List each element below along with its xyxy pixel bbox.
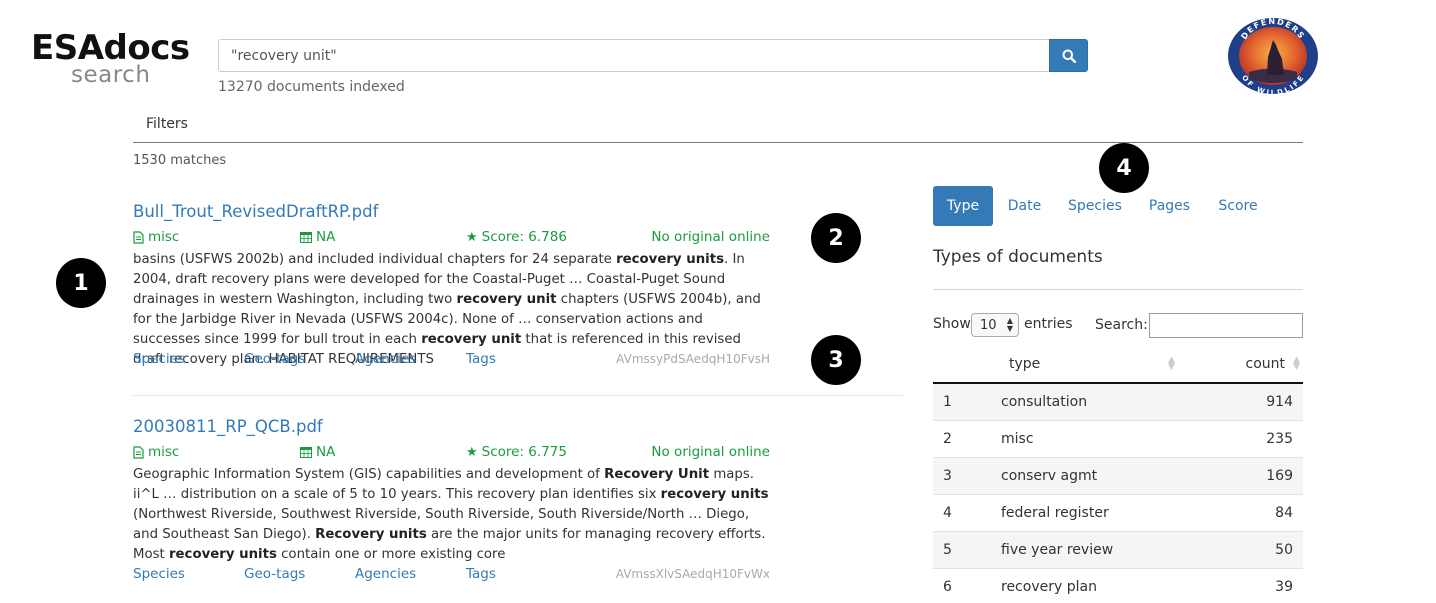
result-score-label: Score: 6.786: [481, 229, 567, 245]
table-row[interactable]: 3 conserv agmt 169: [933, 458, 1303, 495]
result-link-species[interactable]: Species: [133, 351, 185, 367]
panel-title: Types of documents: [933, 247, 1103, 267]
star-icon: ★: [466, 444, 478, 460]
panel-divider: [933, 289, 1303, 290]
table-search-label: Search:: [1095, 317, 1148, 333]
result-link-species[interactable]: Species: [133, 566, 185, 582]
result-score: ★ Score: 6.786: [466, 229, 567, 245]
result-separator: [133, 395, 903, 396]
result-type: misc: [133, 444, 179, 460]
result-availability: No original online: [651, 229, 770, 245]
row-type: misc: [1001, 431, 1034, 447]
select-arrows-icon: ▲ ▼: [1006, 316, 1013, 333]
site-logo[interactable]: ESAdocs: [31, 30, 190, 66]
document-icon: [133, 445, 144, 459]
result-title-link[interactable]: 20030811_RP_QCB.pdf: [133, 417, 323, 436]
row-index: 6: [943, 579, 952, 595]
result-link-geo-tags[interactable]: Geo-tags: [244, 566, 305, 582]
result-date-label: NA: [316, 444, 336, 460]
calendar-icon: [300, 447, 312, 458]
search-result: 20030811_RP_QCB.pdf misc NA ★ Score: 6.7…: [133, 417, 773, 587]
table-row[interactable]: 2 misc 235: [933, 421, 1303, 458]
result-snippet: Geographic Information System (GIS) capa…: [133, 467, 769, 562]
tab-score[interactable]: Score: [1208, 186, 1268, 226]
table-header: type ▲ ▼ count ▲ ▼: [933, 346, 1303, 384]
callout-marker-1: 1: [56, 258, 106, 308]
types-table: type ▲ ▼ count ▲ ▼ 1 consultation 914 2 misc 23…: [933, 346, 1303, 603]
search-button[interactable]: [1049, 39, 1088, 72]
result-type: misc: [133, 229, 179, 245]
sort-icon[interactable]: ▲ ▼: [1293, 346, 1300, 382]
table-row[interactable]: 6 recovery plan 39: [933, 569, 1303, 603]
table-row[interactable]: 1 consultation 914: [933, 384, 1303, 421]
row-type: conserv agmt: [1001, 468, 1098, 484]
row-count: 235: [1266, 431, 1293, 447]
documents-indexed-count: 13270 documents indexed: [218, 79, 405, 95]
tab-species[interactable]: Species: [1060, 186, 1130, 226]
row-index: 2: [943, 431, 952, 447]
row-type: recovery plan: [1001, 579, 1097, 595]
matches-count: 1530 matches: [133, 153, 227, 168]
result-date: NA: [300, 444, 335, 460]
result-link-geo-tags[interactable]: Geo-tags: [244, 351, 305, 367]
result-link-tags[interactable]: Tags: [466, 566, 496, 582]
row-count: 39: [1275, 579, 1293, 595]
show-label: Show: [933, 316, 971, 332]
result-link-tags[interactable]: Tags: [466, 351, 496, 367]
document-icon: [133, 230, 144, 244]
result-link-agencies[interactable]: Agencies: [355, 566, 416, 582]
row-count: 169: [1266, 468, 1293, 484]
result-date: NA: [300, 229, 335, 245]
search-input[interactable]: [218, 39, 1049, 72]
column-header-count[interactable]: count: [1246, 346, 1286, 382]
row-index: 5: [943, 542, 952, 558]
page-size-select[interactable]: 10 ▲ ▼: [971, 313, 1019, 337]
entries-label: entries: [1024, 316, 1073, 332]
row-index: 4: [943, 505, 952, 521]
filters-toggle[interactable]: Filters: [146, 116, 188, 132]
star-icon: ★: [466, 229, 478, 245]
result-date-label: NA: [316, 229, 336, 245]
tab-type[interactable]: Type: [933, 186, 993, 226]
column-header-type[interactable]: type: [1009, 346, 1040, 382]
table-search-input[interactable]: [1149, 313, 1303, 338]
row-type: five year review: [1001, 542, 1114, 558]
result-type-label: misc: [148, 229, 180, 245]
search-icon: [1062, 49, 1076, 63]
calendar-icon: [300, 232, 312, 243]
search-result: Bull_Trout_RevisedDraftRP.pdf misc NA ★ …: [133, 202, 773, 372]
table-row[interactable]: 4 federal register 84: [933, 495, 1303, 532]
result-doc-id: AVmssyPdSAedqH10FvsH: [616, 352, 770, 366]
result-score-label: Score: 6.775: [481, 444, 567, 460]
tab-pages[interactable]: Pages: [1142, 186, 1197, 226]
row-type: federal register: [1001, 505, 1109, 521]
result-type-label: misc: [148, 444, 180, 460]
row-index: 3: [943, 468, 952, 484]
page-size-value: 10: [980, 317, 997, 333]
callout-marker-3: 3: [811, 335, 861, 385]
result-availability: No original online: [651, 444, 770, 460]
callout-marker-2: 2: [811, 213, 861, 263]
table-row[interactable]: 5 five year review 50: [933, 532, 1303, 569]
table-body: 1 consultation 914 2 misc 235 3 conserv agmt 169…: [933, 384, 1303, 603]
tab-date[interactable]: Date: [997, 186, 1052, 226]
defenders-of-wildlife-logo[interactable]: DEFENDERS OF WILDLIFE: [1227, 17, 1319, 95]
site-logo-subtitle: search: [71, 62, 151, 88]
result-title-link[interactable]: Bull_Trout_RevisedDraftRP.pdf: [133, 202, 378, 221]
result-doc-id: AVmssXlvSAedqH10FvWx: [615, 567, 770, 581]
row-index: 1: [943, 394, 952, 410]
row-count: 84: [1275, 505, 1293, 521]
result-score: ★ Score: 6.775: [466, 444, 567, 460]
sort-icon[interactable]: ▲ ▼: [1168, 346, 1175, 382]
row-count: 914: [1266, 394, 1293, 410]
row-count: 50: [1275, 542, 1293, 558]
row-type: consultation: [1001, 394, 1088, 410]
result-link-agencies[interactable]: Agencies: [355, 351, 416, 367]
